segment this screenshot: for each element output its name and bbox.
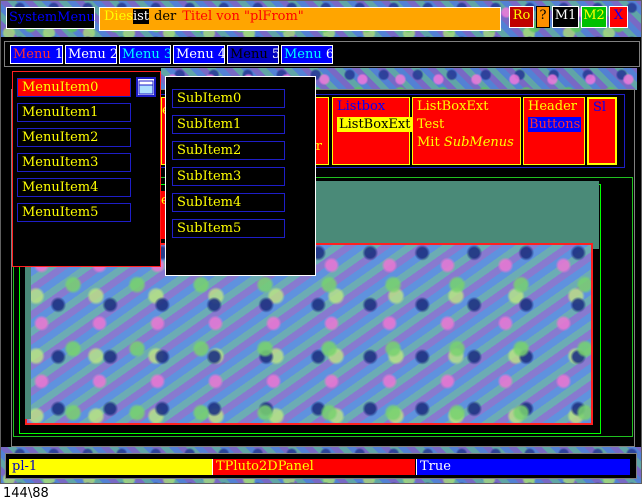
menu-5-label: Menu — [230, 47, 268, 62]
menu-5[interactable]: Menu 5 — [227, 45, 279, 64]
window-title: Diesist der Titel von "plFrom" — [99, 7, 501, 31]
menu-item-1[interactable]: MenuItem1 — [17, 103, 131, 122]
header-title: Header — [528, 99, 578, 114]
system-menu-button[interactable]: SystemMenu — [6, 7, 95, 29]
dropdown-menu: MenuItem0 MenuItem1 MenuItem2 MenuItem3 … — [12, 71, 161, 267]
status-field-class: TPluto2DPanel — [212, 459, 415, 475]
listboxext-panel[interactable]: ListBoxExt Test Mit SubMenus — [412, 97, 521, 165]
menu-item-4[interactable]: MenuItem4 — [17, 178, 131, 197]
sub-item-4[interactable]: SubItem4 — [172, 193, 285, 212]
title-part-a: Dies — [104, 9, 133, 24]
listbox-panel[interactable]: Listbox ListBoxExt — [332, 97, 413, 165]
menu-1-label: Menu — [13, 47, 51, 62]
submenu-arrow-icon[interactable] — [136, 77, 156, 97]
coordinate-readout: 144\88 — [3, 486, 49, 501]
title-part-c: der — [154, 9, 177, 24]
title-part-d: Titel von "plFrom" — [182, 9, 304, 24]
menu-item-3[interactable]: MenuItem3 — [17, 153, 131, 172]
menu-6-num: 6 — [326, 47, 332, 62]
menu-6-label: Menu — [284, 47, 322, 62]
statusbar: pl-1 TPluto2DPanel True — [5, 453, 637, 479]
menu-item-2[interactable]: MenuItem2 — [17, 128, 131, 147]
slider-panel[interactable]: Sl — [587, 97, 617, 165]
sub-item-0[interactable]: SubItem0 — [172, 89, 285, 108]
app-window: SystemMenu Diesist der Titel von "plFrom" … — [0, 0, 642, 484]
submenu: SubItem0 SubItem1 SubItem2 SubItem3 SubI… — [165, 76, 316, 276]
menu-4[interactable]: Menu 4 — [173, 45, 225, 64]
listboxext-title: ListBoxExt Test — [417, 99, 489, 132]
sub-item-5[interactable]: SubItem5 — [172, 219, 285, 238]
status-field-value: True — [416, 459, 630, 475]
partial-cell-r: r — [315, 139, 322, 154]
roll-button[interactable]: Ro — [509, 6, 534, 28]
sub-item-2[interactable]: SubItem2 — [172, 141, 285, 160]
header-panel[interactable]: Header Buttons — [523, 97, 585, 165]
menu-item-0[interactable]: MenuItem0 — [17, 78, 131, 97]
sub-item-3[interactable]: SubItem3 — [172, 167, 285, 186]
menu-bar: Menu 1 Menu 2 Menu 3 Menu 4 Menu 5 Menu … — [4, 41, 640, 67]
slider-label: Sl — [593, 100, 607, 115]
menu-5-num: 5 — [272, 47, 278, 62]
help-button[interactable]: ? — [536, 6, 550, 28]
listbox-title: Listbox — [337, 99, 386, 114]
m1-button[interactable]: M1 — [552, 6, 579, 28]
status-field-name: pl-1 — [9, 459, 212, 475]
menu-1-num: 1 — [54, 47, 63, 62]
sub-item-1[interactable]: SubItem1 — [172, 115, 285, 134]
menu-6[interactable]: Menu 6 — [281, 45, 333, 64]
system-menu-label: SystemMenu — [9, 10, 95, 25]
image-panel-left-strip — [25, 249, 31, 419]
menu-item-5[interactable]: MenuItem5 — [17, 203, 131, 222]
listboxext-submenus: SubMenus — [443, 135, 514, 150]
m2-button[interactable]: M2 — [581, 6, 607, 28]
title-part-b: ist — [132, 9, 150, 24]
listboxext-line2a: Mit — [417, 135, 444, 150]
header-buttons[interactable]: Buttons — [528, 117, 582, 132]
listbox-value[interactable]: ListBoxExt — [337, 117, 413, 132]
close-button[interactable]: X — [609, 6, 628, 28]
menu-1[interactable]: Menu 1 — [10, 45, 63, 64]
menu-2[interactable]: Menu 2 — [65, 45, 117, 64]
menu-3[interactable]: Menu 3 — [119, 45, 171, 64]
